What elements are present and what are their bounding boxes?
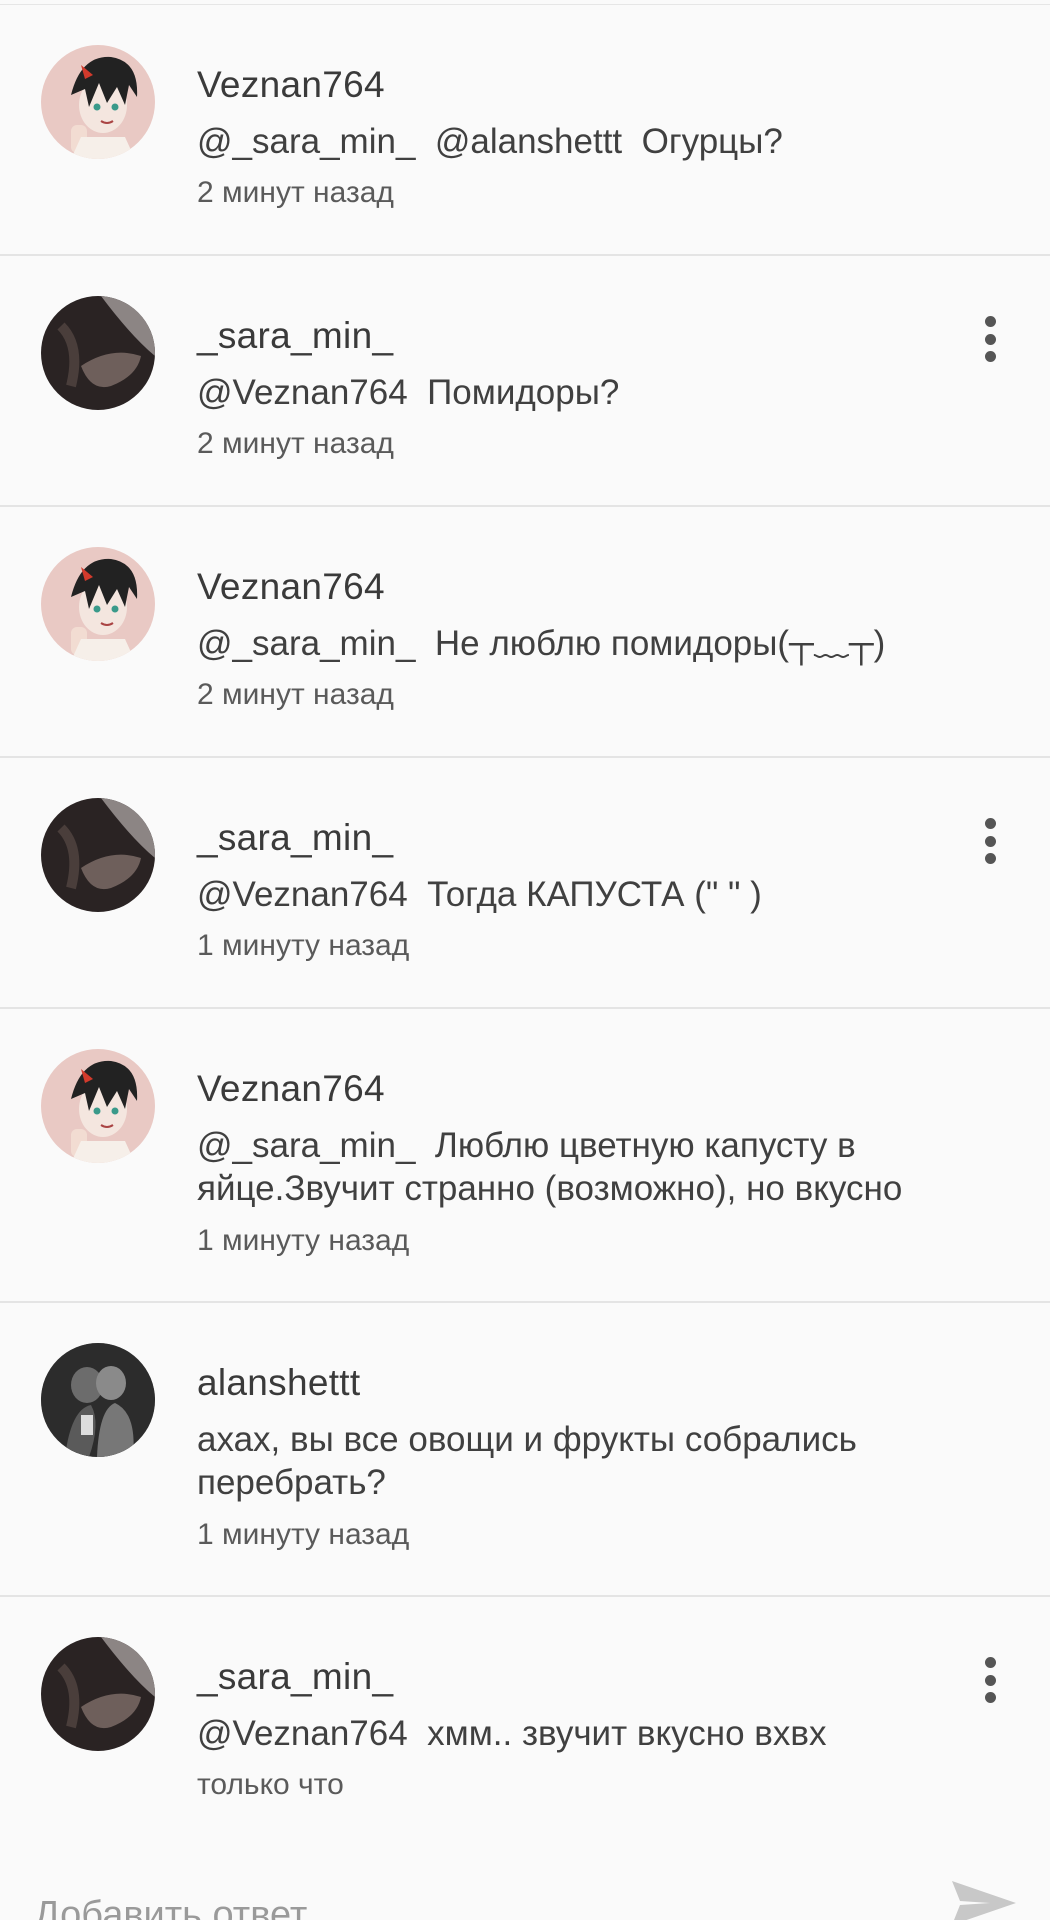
anime-boy-avatar-icon [41,547,155,661]
username[interactable]: Veznan764 [197,63,385,107]
username[interactable]: _sara_min_ [197,816,393,860]
comment-item: Veznan764 @_sara_min_ Люблю цветную капу… [0,1009,1050,1303]
avatar[interactable] [41,1049,155,1163]
comment-item: alanshettt ахах, вы все овощи и фрукты с… [0,1303,1050,1597]
username[interactable]: _sara_min_ [197,1655,393,1699]
reply-bar [0,1845,1050,1920]
dark-photo-avatar-icon [41,798,155,912]
username[interactable]: Veznan764 [197,565,385,609]
timestamp: 1 минуту назад [197,1224,410,1257]
avatar[interactable] [41,45,155,159]
anime-boy-avatar-icon [41,1049,155,1163]
comment-list: Veznan764 @_sara_min_ @alanshettt Огурцы… [0,5,1050,1847]
timestamp: 2 минут назад [197,678,394,711]
comment-item: Veznan764 @_sara_min_ @alanshettt Огурцы… [0,5,1050,256]
comment-text: @_sara_min_ Люблю цветную капусту в яйце… [197,1126,903,1208]
reply-input[interactable] [34,1885,874,1920]
timestamp: только что [197,1768,344,1801]
dark-photo-avatar-icon [41,296,155,410]
comment-text: @_sara_min_ @alanshettt Огурцы? [197,122,783,161]
timestamp: 1 минуту назад [197,1518,410,1551]
comment-item: Veznan764 @_sara_min_ Не люблю помидоры(… [0,507,1050,758]
avatar[interactable] [41,798,155,912]
anime-boy-avatar-icon [41,45,155,159]
more-options-icon[interactable] [972,1655,1008,1705]
timestamp: 1 минуту назад [197,929,410,962]
avatar[interactable] [41,547,155,661]
comment-text: ахах, вы все овощи и фрукты собрались пе… [197,1420,867,1502]
dark-photo-avatar-icon [41,1637,155,1751]
comment-text: @_sara_min_ Не люблю помидоры(┬﹏┬) [197,624,886,663]
send-arrow-icon[interactable] [950,1873,1020,1920]
comment-text: @Veznan764 Помидоры? [197,373,620,412]
username[interactable]: alanshettt [197,1361,360,1405]
more-options-icon[interactable] [972,314,1008,364]
username[interactable]: Veznan764 [197,1067,385,1111]
comment-item: _sara_min_ @Veznan764 Помидоры? 2 минут … [0,256,1050,507]
username[interactable]: _sara_min_ [197,314,393,358]
timestamp: 2 минут назад [197,176,394,209]
avatar[interactable] [41,296,155,410]
timestamp: 2 минут назад [197,427,394,460]
comment-item: _sara_min_ @Veznan764 Тогда КАПУСТА (" "… [0,758,1050,1009]
comment-text: @Veznan764 Тогда КАПУСТА (" " ) [197,875,762,914]
avatar[interactable] [41,1637,155,1751]
more-options-icon[interactable] [972,816,1008,866]
couple-photo-avatar-icon [41,1343,155,1457]
comment-item: _sara_min_ @Veznan764 хмм.. звучит вкусн… [0,1597,1050,1847]
avatar[interactable] [41,1343,155,1457]
comment-text: @Veznan764 хмм.. звучит вкусно вхвх [197,1714,827,1753]
